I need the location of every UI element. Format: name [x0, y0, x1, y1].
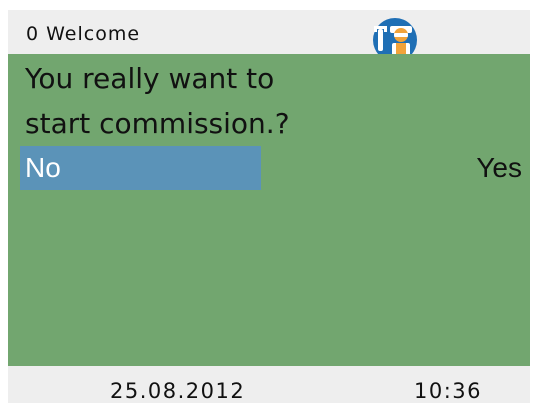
yes-option-label: Yes [476, 152, 522, 183]
question-text-line2: start commission.? [25, 107, 290, 140]
question-text-line1: You really want to [25, 62, 275, 95]
date-display: 25.08.2012 [110, 379, 246, 403]
time-display: 10:36 [414, 379, 483, 403]
commission-screen: 0 Welcome You really want to start commi… [0, 0, 538, 403]
yes-option[interactable]: Yes [432, 146, 522, 190]
service-technician-icon [368, 16, 422, 54]
dialog-panel: You really want to start commission.? No… [8, 54, 530, 366]
no-option-label: No [25, 152, 61, 183]
no-option-selected[interactable]: No [20, 146, 261, 190]
header-bar: 0 Welcome [8, 10, 530, 54]
menu-title: 0 Welcome [26, 23, 141, 45]
status-bar: 25.08.2012 10:36 [8, 366, 530, 403]
